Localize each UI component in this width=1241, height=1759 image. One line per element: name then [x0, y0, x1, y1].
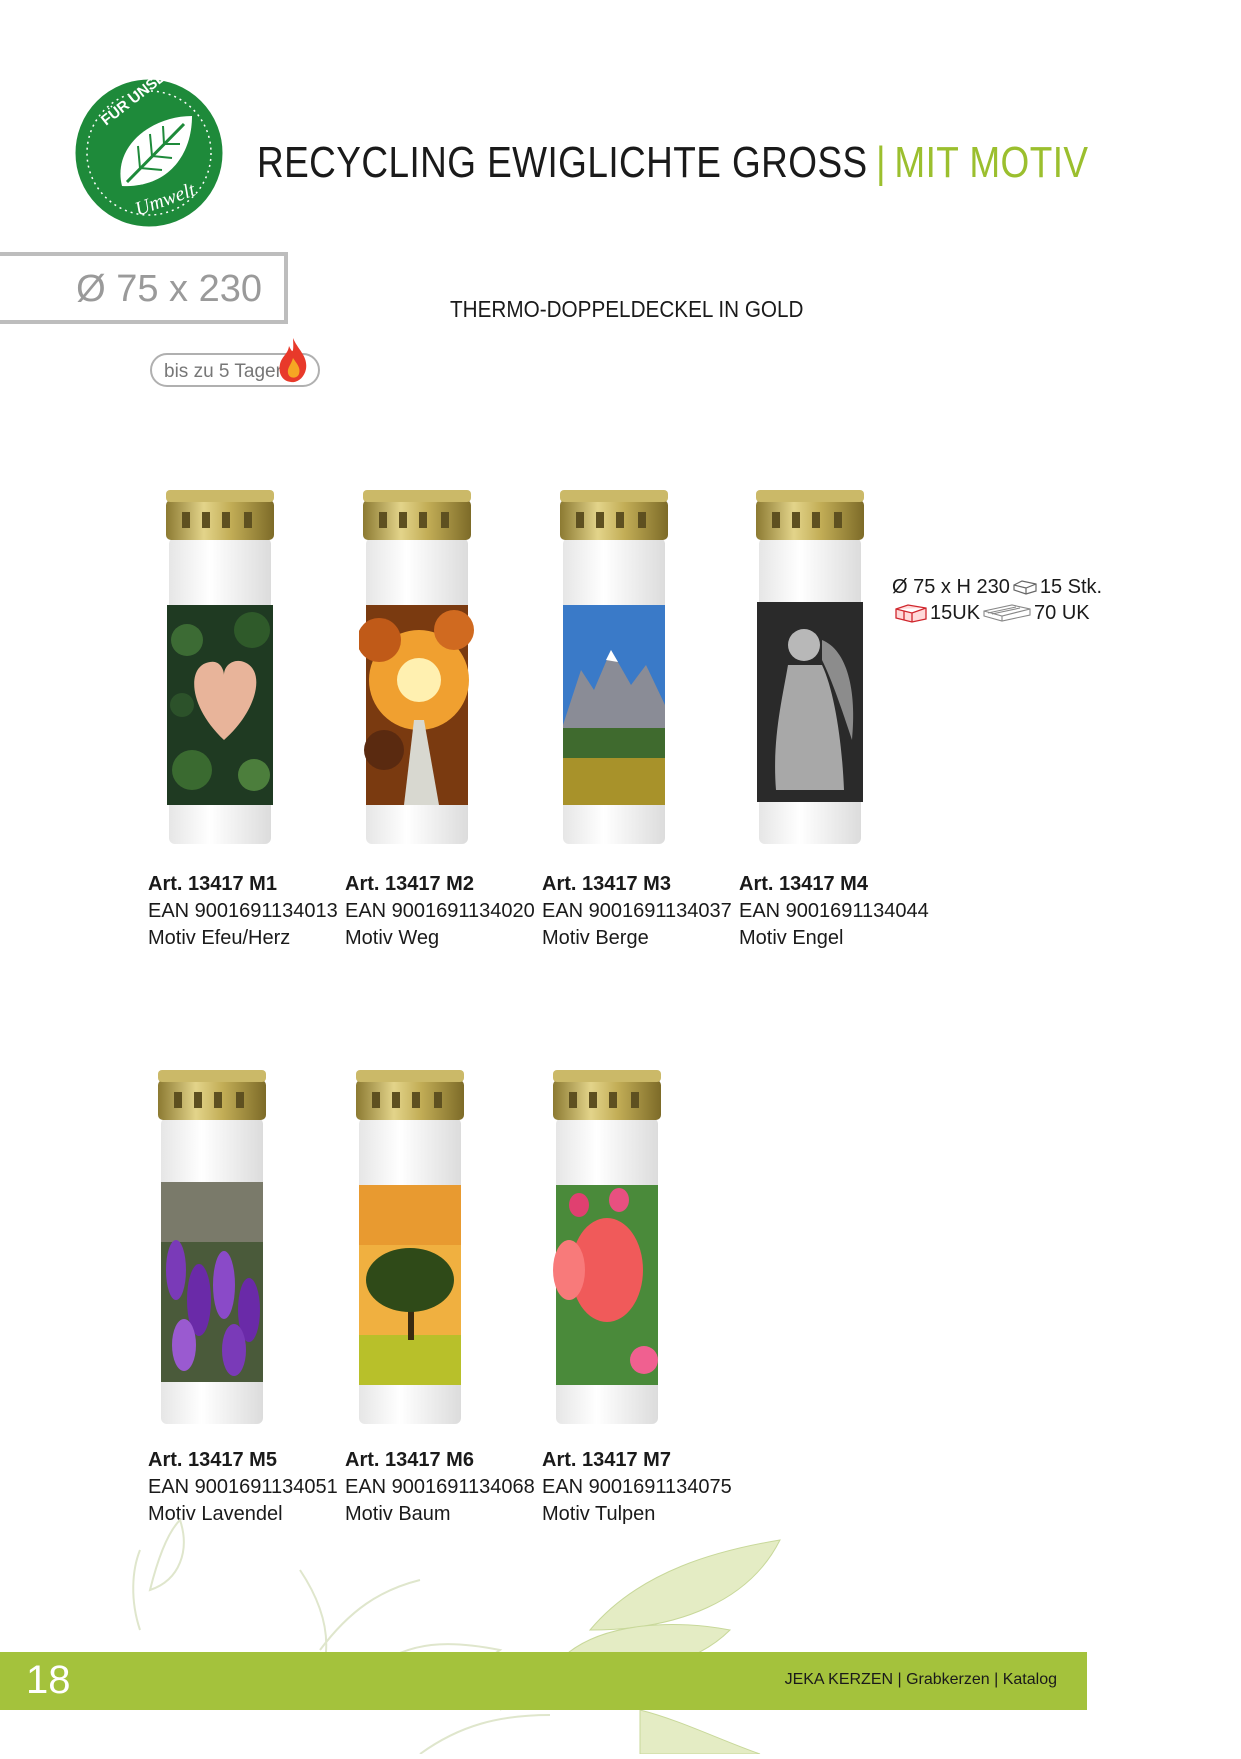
page-title: RECYCLING EWIGLICHTE GROSS | MIT MOTIV [257, 138, 1088, 188]
pallet-icon [983, 604, 1031, 622]
product-art: Art. 13417 M6 [345, 1449, 474, 1471]
size-badge-text: Ø 75 x 230 [76, 268, 262, 310]
stacked-boxes-icon [895, 604, 927, 623]
lid-note: THERMO-DOPPELDECKEL IN GOLD [450, 296, 804, 322]
product-m2: Art. 13417 M2 EAN 9001691134020 Motiv We… [345, 871, 545, 952]
product-art: Art. 13417 M2 [345, 873, 474, 895]
candle-image-m5 [154, 1070, 270, 1430]
page-number: 18 [26, 1658, 71, 1702]
footer-brand: JEKA KERZEN | Grabkerzen | Katalog [784, 1671, 1057, 1688]
decorative-leaves [120, 1510, 880, 1755]
product-ean: EAN 9001691134037 [542, 900, 732, 922]
product-ean: EAN 9001691134075 [542, 1476, 732, 1498]
pack-per-pallet: 70 UK [1034, 601, 1090, 624]
product-m4: Art. 13417 M4 EAN 9001691134044 Motiv En… [739, 871, 939, 952]
pack-dimension: Ø 75 x H 230 [892, 575, 1010, 598]
candle-image-m3 [556, 490, 672, 850]
title-main: RECYCLING EWIGLICHTE GROSS [257, 138, 868, 187]
product-art: Art. 13417 M5 [148, 1449, 277, 1471]
product-ean: EAN 9001691134068 [345, 1476, 535, 1498]
product-motif: Motiv Efeu/Herz [148, 927, 291, 949]
product-ean: EAN 9001691134013 [148, 900, 338, 922]
candle-image-m1 [162, 490, 278, 850]
box-icon [1013, 580, 1037, 595]
product-art: Art. 13417 M3 [542, 873, 671, 895]
product-ean: EAN 9001691134020 [345, 900, 535, 922]
title-separator: | [875, 138, 887, 187]
product-ean: EAN 9001691134051 [148, 1476, 338, 1498]
product-m3: Art. 13417 M3 EAN 9001691134037 Motiv Be… [542, 871, 742, 952]
product-motif: Motiv Engel [739, 927, 844, 949]
candle-image-m6 [352, 1070, 468, 1430]
pack-per-box: 15 Stk. [1039, 575, 1103, 598]
product-motif: Motiv Berge [542, 927, 649, 949]
flame-icon [276, 336, 310, 384]
product-art: Art. 13417 M4 [739, 873, 868, 895]
packaging-info: Ø 75 x H 230 15 Stk. 15UK 70 UK [892, 574, 1102, 626]
footer-bar: 18 JEKA KERZEN | Grabkerzen | Katalog [0, 1652, 1087, 1710]
product-art: Art. 13417 M1 [148, 873, 277, 895]
candle-image-m7 [549, 1070, 665, 1430]
pack-per-layer: 15UK [930, 601, 981, 624]
size-badge: Ø 75 x 230 [0, 252, 288, 324]
product-motif: Motiv Weg [345, 927, 440, 949]
product-ean: EAN 9001691134044 [739, 900, 929, 922]
umwelt-logo: FÜR UNSERE Umwelt [72, 56, 226, 230]
product-art: Art. 13417 M7 [542, 1449, 671, 1471]
candle-image-m2 [359, 490, 475, 850]
burn-time-label: bis zu 5 Tagen [164, 361, 287, 382]
title-subtitle: MIT MOTIV [894, 138, 1089, 187]
candle-image-m4 [752, 490, 868, 850]
product-m1: Art. 13417 M1 EAN 9001691134013 Motiv Ef… [148, 871, 348, 952]
